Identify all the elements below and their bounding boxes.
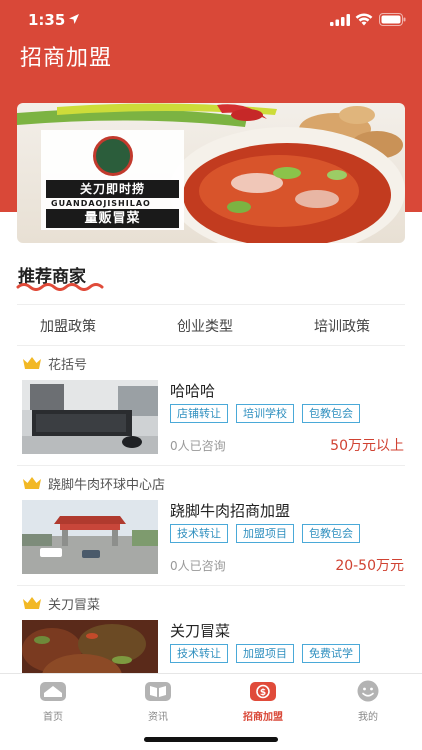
tag: 店铺转让 bbox=[170, 404, 228, 423]
tab-label: 首页 bbox=[43, 712, 63, 723]
location-arrow-icon bbox=[69, 14, 79, 24]
tab-profile[interactable]: 我的 bbox=[328, 680, 408, 723]
listing-title: 关刀冒菜 bbox=[170, 622, 231, 640]
home-indicator bbox=[144, 737, 278, 742]
brand-pinyin: GUANDAOJISHILAO bbox=[51, 199, 151, 208]
brand-logo bbox=[93, 136, 133, 176]
list-item[interactable]: 跷脚牛肉环球中心店 跷脚牛肉招商加盟 技术转让 加盟项目 包教包会 0人已咨询 … bbox=[0, 468, 422, 586]
investment-price: 50万元以上 bbox=[330, 438, 404, 454]
status-time: 1:35 bbox=[28, 11, 66, 29]
consult-count: 0人已咨询 bbox=[170, 439, 226, 453]
brand-name: 关刀即时捞 bbox=[46, 180, 179, 198]
listing-title: 哈哈哈 bbox=[170, 382, 216, 400]
tab-franchise-policy[interactable]: 加盟政策 bbox=[40, 316, 96, 336]
home-icon bbox=[40, 682, 66, 701]
crown-icon bbox=[23, 477, 41, 489]
listing-thumbnail bbox=[22, 500, 158, 574]
tag: 技术转让 bbox=[170, 644, 228, 663]
tag: 加盟项目 bbox=[236, 524, 294, 543]
tag: 加盟项目 bbox=[236, 644, 294, 663]
list-item[interactable]: 花括号 哈哈哈 店铺转让 培训学校 包教包会 0人已咨询 50万元以上 bbox=[0, 348, 422, 466]
investment-price: 20-50万元 bbox=[335, 558, 404, 574]
tag: 包教包会 bbox=[302, 404, 360, 423]
shop-name: 跷脚牛肉环球中心店 bbox=[48, 478, 166, 493]
brand-box: 关刀即时捞 GUANDAOJISHILAO 量贩冒菜 bbox=[41, 130, 184, 230]
shop-name: 花括号 bbox=[48, 358, 88, 373]
tag-list: 技术转让 加盟项目 包教包会 bbox=[170, 524, 360, 543]
page-title: 招商加盟 bbox=[20, 46, 113, 71]
crown-icon bbox=[23, 597, 41, 609]
tab-training-policy[interactable]: 培训政策 bbox=[314, 316, 370, 336]
news-icon bbox=[145, 682, 171, 701]
brand-slogan: 量贩冒菜 bbox=[46, 209, 179, 228]
category-tabs: 加盟政策 创业类型 培训政策 bbox=[17, 304, 405, 346]
tab-franchise[interactable]: $ 招商加盟 bbox=[223, 680, 303, 723]
tab-business-type[interactable]: 创业类型 bbox=[177, 316, 233, 336]
tag: 免费试学 bbox=[302, 644, 360, 663]
cellular-signal-icon bbox=[330, 14, 350, 26]
divider bbox=[17, 465, 405, 466]
tab-home[interactable]: 首页 bbox=[13, 680, 93, 723]
divider bbox=[17, 585, 405, 586]
tab-label: 招商加盟 bbox=[243, 712, 283, 723]
svg-text:$: $ bbox=[260, 688, 266, 698]
wifi-icon bbox=[355, 13, 373, 26]
tab-news[interactable]: 资讯 bbox=[118, 680, 198, 723]
promo-banner[interactable]: 关刀即时捞 GUANDAOJISHILAO 量贩冒菜 bbox=[17, 103, 405, 243]
profile-icon bbox=[357, 680, 379, 702]
franchise-icon: $ bbox=[250, 682, 276, 701]
crown-icon bbox=[23, 357, 41, 369]
tag: 包教包会 bbox=[302, 524, 360, 543]
shop-name: 关刀冒菜 bbox=[48, 598, 101, 613]
listing-title: 跷脚牛肉招商加盟 bbox=[170, 502, 291, 520]
tag-list: 店铺转让 培训学校 包教包会 bbox=[170, 404, 360, 423]
battery-icon bbox=[379, 13, 406, 26]
listing-thumbnail bbox=[22, 380, 158, 454]
tag-list: 技术转让 加盟项目 免费试学 bbox=[170, 644, 360, 663]
wave-underline-icon bbox=[16, 283, 104, 291]
tag: 培训学校 bbox=[236, 404, 294, 423]
tab-label: 资讯 bbox=[148, 712, 168, 723]
consult-count: 0人已咨询 bbox=[170, 559, 226, 573]
status-bar: 1:35 bbox=[0, 0, 422, 40]
tab-label: 我的 bbox=[358, 712, 378, 723]
tag: 技术转让 bbox=[170, 524, 228, 543]
